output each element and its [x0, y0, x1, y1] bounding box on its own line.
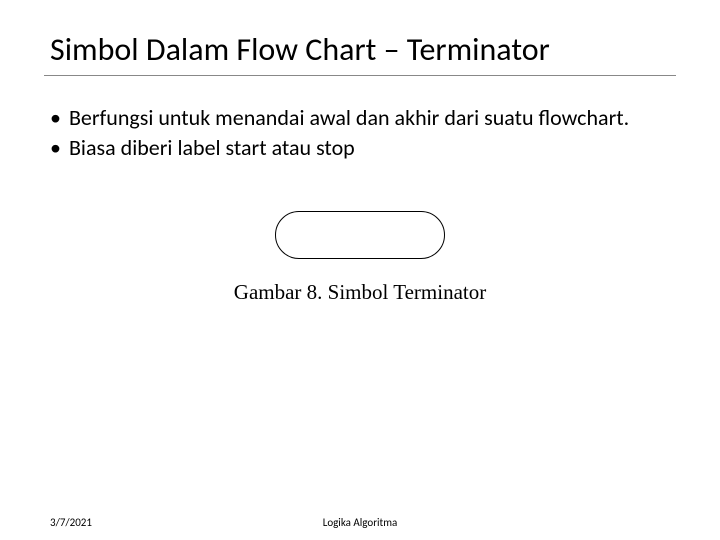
- bullet-text: Berfungsi untuk menandai awal dan akhir …: [69, 104, 670, 132]
- bullet-text: Biasa diberi label start atau stop: [69, 134, 670, 162]
- title-underline: [44, 75, 676, 76]
- bullet-dot-icon: •: [50, 134, 61, 162]
- footer-center: Logika Algoritma: [0, 516, 720, 529]
- terminator-shape-icon: [275, 211, 445, 259]
- bullet-item: • Biasa diberi label start atau stop: [50, 134, 670, 162]
- figure-area: Gambar 8. Simbol Terminator: [50, 211, 670, 305]
- figure-caption: Gambar 8. Simbol Terminator: [50, 280, 670, 305]
- bullet-item: • Berfungsi untuk menandai awal dan akhi…: [50, 104, 670, 132]
- slide-title: Simbol Dalam Flow Chart – Terminator: [50, 30, 670, 69]
- bullet-list: • Berfungsi untuk menandai awal dan akhi…: [50, 104, 670, 161]
- bullet-dot-icon: •: [50, 104, 61, 132]
